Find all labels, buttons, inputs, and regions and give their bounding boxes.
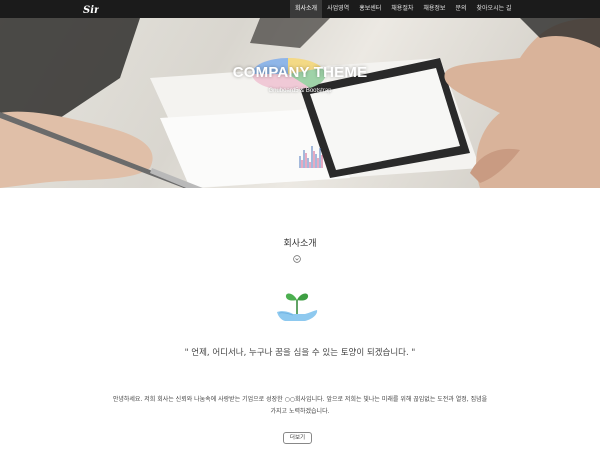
hero-background-image: [0, 18, 600, 188]
logo-text: Sir: [83, 5, 99, 15]
more-button[interactable]: 더보기: [283, 432, 312, 444]
section-title: 회사소개: [283, 239, 317, 249]
nav-item-directions[interactable]: 찾아오시는 길: [472, 0, 517, 18]
logo[interactable]: Sir: [83, 3, 99, 15]
hero-banner: COMPANY THEME Gnuboard5 & Bootstrap: [0, 18, 600, 188]
hero-title: COMPANY THEME: [232, 64, 368, 81]
top-navbar: Sir 회사소개 사업영역 홍보센터 채용절차 채용정보 문의 찾아오시는 길: [0, 0, 600, 18]
sprout-hand-icon: [277, 293, 318, 321]
nav-item-pr-center[interactable]: 홍보센터: [354, 0, 386, 18]
nav-item-business[interactable]: 사업영역: [322, 0, 354, 18]
nav-item-hiring-process[interactable]: 채용절차: [386, 0, 418, 18]
main-nav: 회사소개 사업영역 홍보센터 채용절차 채용정보 문의 찾아오시는 길: [290, 0, 517, 18]
nav-item-contact[interactable]: 문의: [450, 0, 471, 18]
nav-item-jobs[interactable]: 채용정보: [418, 0, 450, 18]
nav-item-company[interactable]: 회사소개: [290, 0, 323, 18]
hero-subtitle: Gnuboard5 & Bootstrap: [268, 88, 332, 94]
company-slogan: " 언제, 어디서나, 누구나 꿈을 심을 수 있는 토양이 되겠습니다. ": [184, 348, 416, 358]
company-description: 안녕하세요. 저희 회사는 신뢰와 나눔속에 사랑받는 기업으로 성장한 ○○회…: [112, 396, 488, 415]
chevron-down-circle-icon[interactable]: [293, 255, 301, 263]
